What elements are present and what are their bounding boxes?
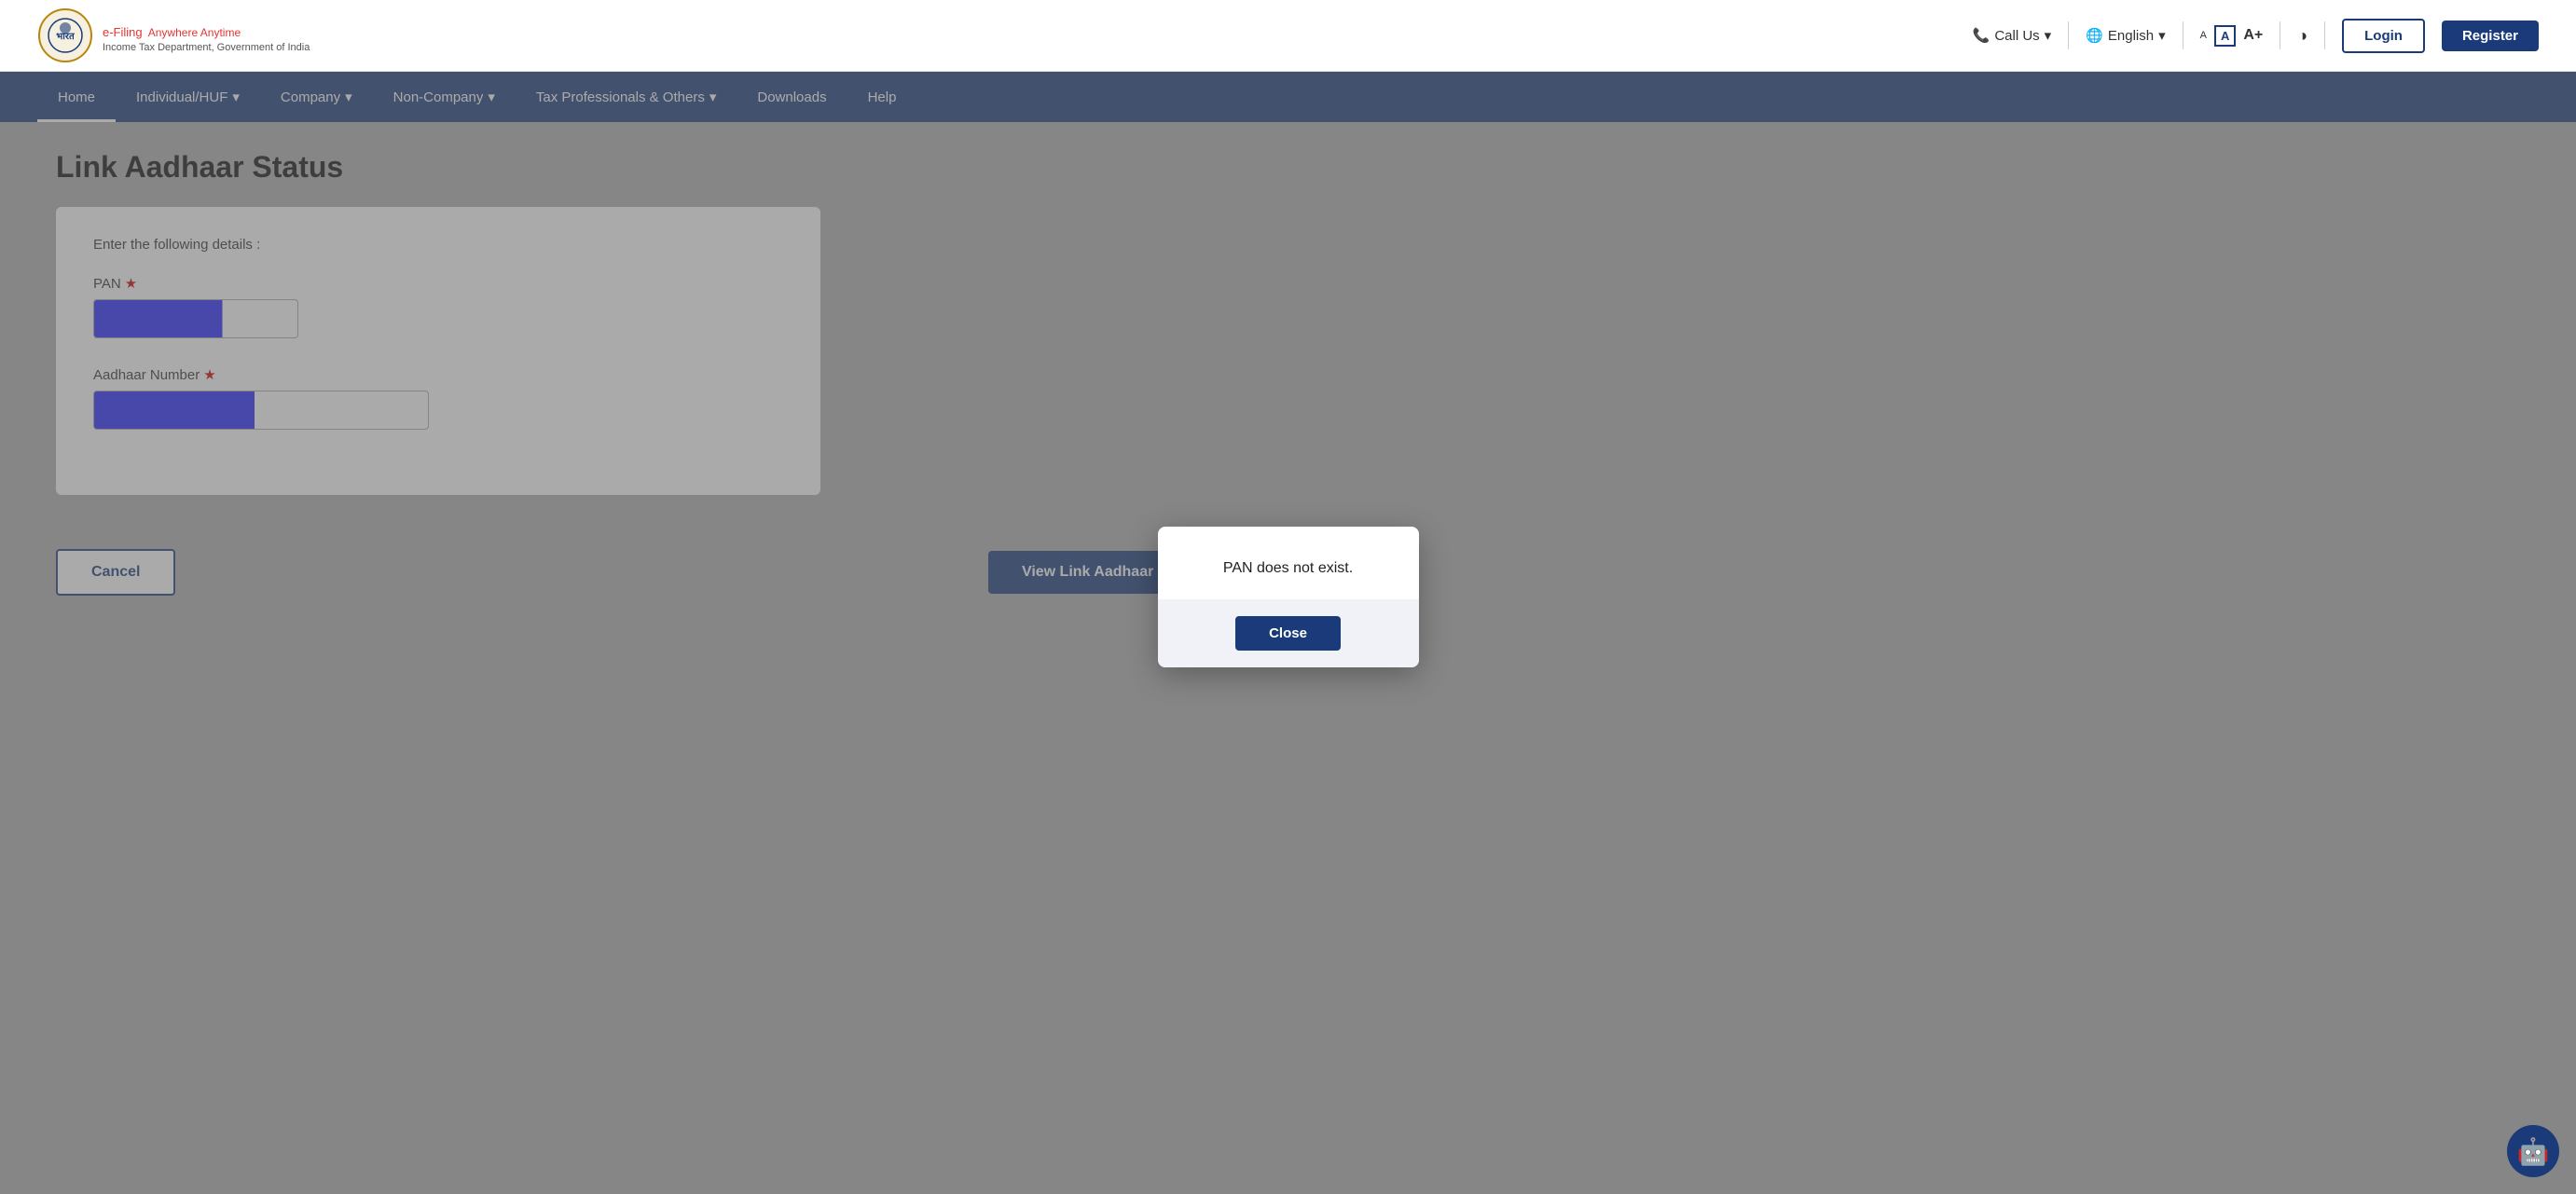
modal-footer: Close [1158,599,1419,667]
modal-body: PAN does not exist. [1158,527,1419,599]
modal-message: PAN does not exist. [1180,560,1397,577]
bot-icon: 🤖 [2517,1136,2550,1167]
modal-backdrop: PAN does not exist. Close [0,0,2576,1194]
modal-close-button[interactable]: Close [1235,616,1341,651]
error-modal: PAN does not exist. Close [1158,527,1419,667]
chatbot-avatar[interactable]: 🤖 [2507,1125,2559,1177]
